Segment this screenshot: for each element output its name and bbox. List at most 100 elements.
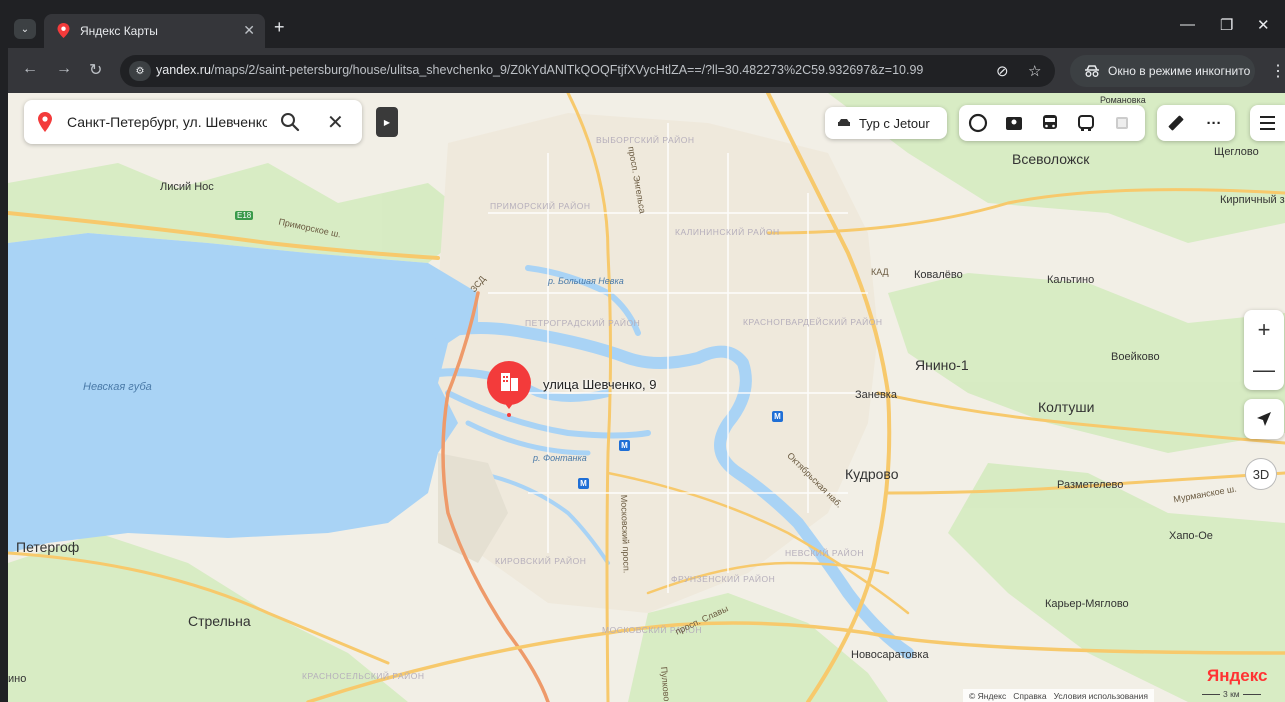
tab-search-button[interactable]: ⌄ — [14, 19, 36, 39]
town-label: Романовка — [1100, 95, 1146, 105]
town-label: Хапо-Ое — [1169, 530, 1213, 542]
url-path: /maps/2/saint-petersburg/house/ulitsa_sh… — [210, 63, 924, 77]
city-label: Петергоф — [16, 539, 80, 555]
map-footer: © Яндекс Справка Условия использования — [963, 689, 1154, 702]
city-label: Стрельна — [188, 613, 251, 629]
address-bar[interactable]: ⚙ yandex.ru/maps/2/saint-petersburg/hous… — [120, 55, 1055, 87]
layers-toolbar — [959, 105, 1145, 141]
zoom-in-button[interactable]: + — [1244, 310, 1284, 350]
district-label: КИРОВСКИЙ РАЙОН — [495, 556, 587, 566]
tour-button[interactable]: Тур с Jetour — [825, 107, 947, 139]
city-label: Всеволожск — [1012, 151, 1090, 167]
water-label: Невская губа — [83, 381, 152, 393]
district-label: ПРИМОРСКИЙ РАЙОН — [490, 201, 591, 211]
collapse-sidebar-button[interactable]: ▶ — [376, 107, 398, 137]
incognito-icon — [1085, 65, 1099, 77]
town-label: Лисий Нос — [160, 181, 214, 193]
main-menu-button[interactable] — [1250, 105, 1285, 141]
district-label: МОСКОВСКИЙ РАЙОН — [602, 625, 702, 635]
copyright-text: © Яндекс — [969, 690, 1007, 701]
browser-window: ⌄ Яндекс Карты ✕ + — ❐ ✕ ← → ↻ ⚙ yandex.… — [8, 8, 1285, 702]
car-icon — [838, 119, 850, 126]
star-icon[interactable]: ☆ — [1028, 62, 1041, 80]
search-icon[interactable] — [280, 112, 300, 132]
traffic-layer-icon[interactable] — [967, 112, 989, 134]
more-menu-icon[interactable]: ⋮ — [1270, 61, 1285, 81]
district-label: ПЕТРОГРАДСКИЙ РАЙОН — [525, 318, 641, 328]
transport-layer-icon[interactable] — [1039, 112, 1061, 134]
logo-text: Яндекс — [1207, 666, 1268, 685]
district-label: НЕВСКИЙ РАЙОН — [785, 548, 864, 558]
terms-link[interactable]: Условия использования — [1054, 691, 1148, 701]
road-shield-label: E18 — [235, 211, 254, 220]
search-input[interactable]: Санкт-Петербург, ул. Шевченко, 9 — [67, 114, 267, 130]
district-label: КРАСНОСЕЛЬСКИЙ РАЙОН — [302, 671, 425, 681]
tab-title: Яндекс Карты — [80, 24, 158, 38]
forward-button[interactable]: → — [56, 60, 72, 78]
town-label: Разметелево — [1057, 479, 1124, 491]
map-canvas[interactable]: Всеволожск Янино-1 Колтуши Кудрово Петер… — [8, 93, 1285, 702]
road-label: КАД — [871, 267, 889, 277]
more-tools-icon[interactable]: ··· — [1203, 112, 1225, 134]
map-mode-icon[interactable] — [1111, 112, 1133, 134]
district-label: ФРУНЗЕНСКИЙ РАЙОН — [671, 574, 776, 584]
url-text[interactable]: yandex.ru/maps/2/saint-petersburg/house/… — [156, 63, 923, 77]
town-label: Новосаратовка — [851, 649, 929, 661]
yandex-logo[interactable]: Яндекс — [1207, 666, 1267, 686]
incognito-label: Окно в режиме инкогнито — [1108, 64, 1251, 78]
search-panel: Санкт-Петербург, ул. Шевченко, 9 ✕ — [24, 100, 362, 144]
town-label: Заневка — [855, 389, 897, 401]
town-label: ино — [8, 673, 27, 685]
metro-icon[interactable]: М — [772, 411, 783, 422]
restore-button[interactable]: ❐ — [1220, 16, 1233, 34]
map-pin-icon — [57, 23, 70, 38]
tour-label: Тур с Jetour — [859, 115, 930, 131]
city-label: Кудрово — [845, 466, 899, 482]
tab-strip: ⌄ Яндекс Карты ✕ + — ❐ ✕ — [8, 8, 1285, 48]
map-pin-icon — [38, 112, 52, 132]
close-window-button[interactable]: ✕ — [1257, 16, 1270, 34]
place-label[interactable]: улица Шевченко, 9 — [543, 377, 657, 392]
scale-bar: 3 км — [1202, 689, 1261, 699]
help-link[interactable]: Справка — [1013, 691, 1046, 701]
url-host: yandex.ru — [156, 63, 211, 77]
tools-toolbar: ··· — [1157, 105, 1235, 141]
town-label: Воейково — [1111, 351, 1160, 363]
town-label: Кирпичный з — [1220, 194, 1285, 206]
navigation-arrow-icon — [1257, 412, 1271, 426]
water-label: р. Большая Невка — [548, 276, 624, 286]
hamburger-icon — [1260, 116, 1275, 130]
eye-off-icon[interactable]: ⊘ — [996, 62, 1009, 80]
district-label: КАЛИНИНСКИЙ РАЙОН — [675, 227, 780, 237]
zoom-control: + — — [1244, 310, 1284, 390]
close-icon[interactable]: ✕ — [327, 110, 344, 135]
building-pin-icon — [487, 361, 531, 417]
new-tab-button[interactable]: + — [274, 17, 285, 38]
reload-button[interactable]: ↻ — [89, 60, 102, 80]
bus-layer-icon[interactable] — [1075, 112, 1097, 134]
metro-icon[interactable]: М — [619, 440, 630, 451]
metro-icon[interactable]: М — [578, 478, 589, 489]
town-label: Карьер-Мяглово — [1045, 598, 1129, 610]
city-label: Янино-1 — [915, 357, 969, 373]
place-marker[interactable] — [485, 361, 533, 424]
site-info-icon[interactable]: ⚙ — [129, 61, 151, 81]
district-label: ВЫБОРГСКИЙ РАЙОН — [596, 135, 695, 145]
minimize-button[interactable]: — — [1180, 16, 1195, 33]
tab-yandex-maps[interactable]: Яндекс Карты ✕ — [44, 14, 265, 48]
town-label: Кальтино — [1047, 274, 1095, 286]
district-label: КРАСНОГВАРДЕЙСКИЙ РАЙОН — [743, 317, 883, 327]
panorama-layer-icon[interactable] — [1003, 112, 1025, 134]
browser-toolbar: ← → ↻ ⚙ yandex.ru/maps/2/saint-petersbur… — [8, 48, 1285, 93]
incognito-badge[interactable]: Окно в режиме инкогнито — [1070, 55, 1255, 87]
back-button[interactable]: ← — [22, 60, 38, 78]
locate-me-button[interactable] — [1244, 399, 1284, 439]
ruler-icon[interactable] — [1165, 112, 1187, 134]
close-tab-icon[interactable]: ✕ — [243, 22, 255, 39]
city-label: Колтуши — [1038, 399, 1095, 415]
water-label: р. Фонтанка — [533, 453, 587, 463]
zoom-out-button[interactable]: — — [1244, 350, 1284, 390]
town-label: Ковалёво — [914, 269, 963, 281]
3d-view-button[interactable]: 3D — [1245, 458, 1277, 490]
town-label: Щеглово — [1214, 146, 1259, 158]
